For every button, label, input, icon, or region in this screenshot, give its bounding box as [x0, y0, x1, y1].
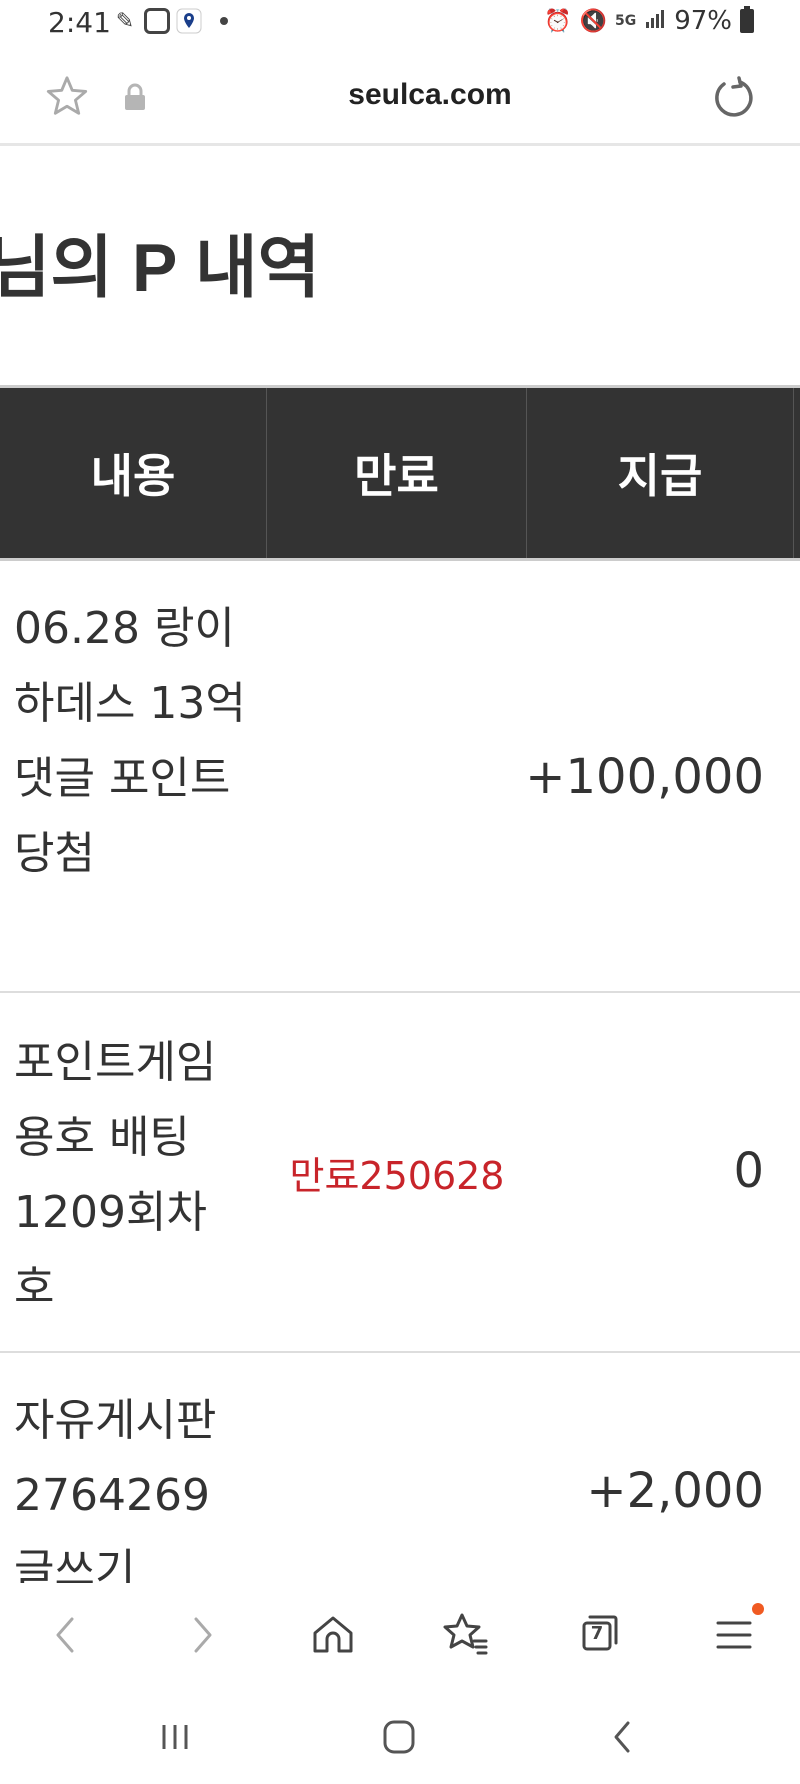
system-navigation-bar — [0, 1689, 800, 1784]
home-icon[interactable] — [303, 1605, 363, 1665]
battery-level: 97% — [674, 6, 732, 36]
table-row[interactable]: 06.28 랑이 하데스 13억 댓글 포인트 당첨 +100,000 — [0, 561, 800, 993]
alarm-icon: ⏰ — [544, 8, 572, 34]
url-text[interactable]: seulca.com — [0, 78, 800, 112]
row-expire: 만료250628 — [289, 1154, 505, 1198]
column-header-amount: 지급 — [527, 388, 794, 558]
browser-bottom-nav: 7 — [0, 1583, 800, 1689]
row-amount: 0 — [733, 1143, 764, 1199]
tab-count: 7 — [590, 1623, 604, 1644]
status-time: 2:41 — [48, 6, 111, 39]
signal-icon — [644, 7, 666, 35]
network-type: 5G — [614, 13, 637, 29]
recent-apps-icon[interactable] — [150, 1717, 200, 1757]
back-icon[interactable] — [36, 1605, 96, 1665]
table-header: 내용 만료 지급 — [0, 385, 800, 561]
home-button-icon[interactable] — [374, 1717, 424, 1757]
tabs-button[interactable]: 7 — [570, 1605, 630, 1665]
table-row[interactable]: 포인트게임 용호 배팅 1209회차 호 만료250628 0 — [0, 993, 800, 1353]
feather-icon: ✎ — [115, 8, 135, 34]
system-back-icon[interactable] — [598, 1717, 648, 1757]
row-content: 06.28 랑이 하데스 13억 댓글 포인트 당첨 — [14, 603, 246, 879]
status-system-icons: ⏰ 🔇 5G 97% — [544, 6, 754, 36]
row-amount: +2,000 — [586, 1463, 764, 1519]
reload-icon[interactable] — [710, 74, 758, 122]
column-header-expire: 만료 — [267, 388, 527, 558]
row-amount: +100,000 — [525, 749, 764, 805]
status-notification-icons: ✎ — [112, 8, 228, 34]
battery-icon — [740, 6, 754, 33]
points-history-table: 내용 만료 지급 06.28 랑이 하데스 13억 댓글 포인트 당첨 +100… — [0, 385, 800, 1583]
page-title: 님의 P 내역 — [0, 230, 321, 306]
column-header-content: 내용 — [0, 388, 267, 558]
row-content: 자유게시판 2764269 글쓰기 — [14, 1395, 217, 1583]
browser-url-bar: seulca.com — [0, 54, 800, 146]
bookmarks-icon[interactable] — [436, 1605, 496, 1665]
app-badge-icon — [144, 8, 170, 34]
location-pin-icon — [176, 8, 202, 34]
status-bar: 2:41 ✎ ⏰ 🔇 5G 97% — [0, 0, 800, 46]
table-row[interactable]: 자유게시판 2764269 글쓰기 +2,000 — [0, 1353, 800, 1583]
row-content: 포인트게임 용호 배팅 1209회차 호 — [14, 1037, 217, 1313]
mute-icon: 🔇 — [579, 8, 607, 34]
menu-notification-badge — [752, 1603, 764, 1615]
forward-icon[interactable] — [172, 1605, 232, 1665]
more-notifications-dot — [220, 17, 228, 25]
